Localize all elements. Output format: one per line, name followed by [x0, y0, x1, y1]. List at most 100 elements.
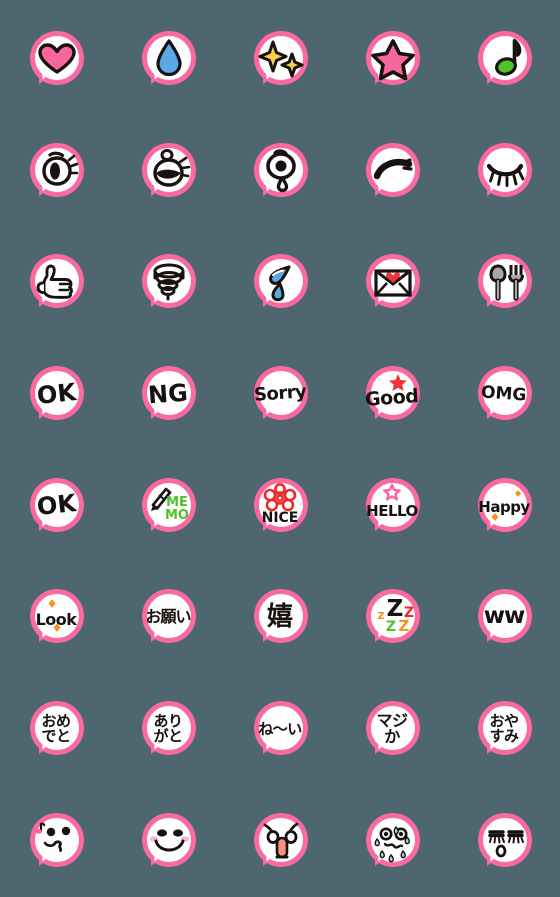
- emoji-cell[interactable]: あり がと: [112, 673, 224, 785]
- emoji-cell[interactable]: Happy: [448, 450, 560, 562]
- emoji-cell[interactable]: [448, 3, 560, 115]
- emoji-cell[interactable]: [448, 785, 560, 897]
- emoji-cell[interactable]: ZZzZZ: [336, 561, 448, 673]
- emoji-cell[interactable]: 嬉: [224, 561, 336, 673]
- sparkles-emoji[interactable]: [249, 28, 311, 90]
- emoji-cell[interactable]: OMG: [448, 338, 560, 450]
- speech-bubble-shape: [30, 254, 84, 309]
- sorry-text-emoji[interactable]: Sorry: [249, 363, 311, 425]
- speech-bubble-shape: [30, 700, 84, 755]
- nei-text-emoji[interactable]: ね〜い: [249, 698, 311, 760]
- emoji-cell[interactable]: [0, 785, 112, 897]
- speech-bubble-shape: [254, 142, 308, 197]
- speech-bubble-shape: [30, 142, 84, 197]
- spoon-fork-emoji[interactable]: [473, 251, 535, 313]
- emoji-cell[interactable]: NICE: [224, 450, 336, 562]
- emoji-cell[interactable]: [448, 226, 560, 338]
- ok-text-emoji-2[interactable]: OK: [25, 475, 87, 537]
- sleepy-face-emoji[interactable]: [473, 810, 535, 872]
- emoji-cell[interactable]: [0, 3, 112, 115]
- music-note-emoji[interactable]: [473, 28, 535, 90]
- hello-text-emoji[interactable]: HELLO: [361, 475, 423, 537]
- ok-text-emoji[interactable]: OK: [25, 363, 87, 425]
- emoji-cell[interactable]: OK: [0, 338, 112, 450]
- star-emoji[interactable]: [361, 28, 423, 90]
- look-text-emoji[interactable]: Look: [25, 586, 87, 648]
- eye-closed-emoji[interactable]: [473, 140, 535, 202]
- emoji-cell[interactable]: [224, 115, 336, 227]
- emoji-cell[interactable]: [112, 785, 224, 897]
- emoji-cell[interactable]: [112, 3, 224, 115]
- emoji-cell[interactable]: [336, 3, 448, 115]
- onegai-text-emoji[interactable]: お願い: [137, 586, 199, 648]
- speech-bubble-shape: [478, 589, 532, 644]
- emoji-cell[interactable]: HELLO: [336, 450, 448, 562]
- emoji-cell[interactable]: [336, 115, 448, 227]
- emoji-cell[interactable]: ね〜い: [224, 673, 336, 785]
- nice-text-emoji[interactable]: NICE: [249, 475, 311, 537]
- omedeto-text-emoji[interactable]: おめ でと: [25, 698, 87, 760]
- emoji-grid: OK NG Sorry Good OMG OK ME MO NICE HELLO Happy Loo…: [0, 0, 560, 894]
- ng-text-emoji[interactable]: NG: [137, 363, 199, 425]
- speech-bubble-shape: [254, 589, 308, 644]
- speech-bubble-shape: [30, 477, 84, 532]
- emoji-cell[interactable]: おめ でと: [0, 673, 112, 785]
- emoji-cell[interactable]: [448, 115, 560, 227]
- emoji-cell[interactable]: [336, 785, 448, 897]
- emoji-cell[interactable]: Look: [0, 561, 112, 673]
- nervous-sweat-face-emoji[interactable]: [361, 810, 423, 872]
- good-text-emoji[interactable]: Good: [361, 363, 423, 425]
- laugh-ww-emoji[interactable]: ww: [473, 586, 535, 648]
- memo-text-emoji[interactable]: ME MO: [137, 475, 199, 537]
- emoji-cell[interactable]: マジ か: [336, 673, 448, 785]
- emoji-cell[interactable]: ME MO: [112, 450, 224, 562]
- sleeping-zzz-emoji[interactable]: ZZzZZ: [361, 586, 423, 648]
- arigato-text-emoji[interactable]: あり がと: [137, 698, 199, 760]
- speech-bubble-shape: [142, 700, 196, 755]
- spiral-emoji[interactable]: [137, 251, 199, 313]
- eye-teardrop-emoji[interactable]: [249, 140, 311, 202]
- emoji-cell[interactable]: OK: [0, 450, 112, 562]
- speech-bubble-shape: [254, 365, 308, 420]
- emoji-cell[interactable]: お願い: [112, 561, 224, 673]
- emoji-cell[interactable]: Good: [336, 338, 448, 450]
- emoji-cell[interactable]: [336, 226, 448, 338]
- speech-bubble-shape: [142, 365, 196, 420]
- emoji-cell[interactable]: [0, 226, 112, 338]
- thumbs-up-emoji[interactable]: [25, 251, 87, 313]
- emoji-cell[interactable]: [112, 226, 224, 338]
- speech-bubble-shape: [478, 365, 532, 420]
- speech-bubble-shape: [254, 477, 308, 532]
- speech-bubble-shape: [142, 142, 196, 197]
- oyasumi-text-emoji[interactable]: おや すみ: [473, 698, 535, 760]
- speech-bubble-shape: [142, 812, 196, 867]
- speech-bubble-shape: [142, 30, 196, 85]
- smiling-face-emoji[interactable]: [137, 810, 199, 872]
- ureshii-text-emoji[interactable]: 嬉: [249, 586, 311, 648]
- emoji-cell[interactable]: ww: [448, 561, 560, 673]
- emoji-cell[interactable]: [224, 226, 336, 338]
- heart-emoji[interactable]: [25, 28, 87, 90]
- emoji-cell[interactable]: [0, 115, 112, 227]
- love-letter-emoji[interactable]: [361, 251, 423, 313]
- speech-bubble-shape: [30, 812, 84, 867]
- water-drop-emoji[interactable]: [137, 28, 199, 90]
- eye-wink-emoji[interactable]: [137, 140, 199, 202]
- speech-bubble-shape: [30, 30, 84, 85]
- emoji-cell[interactable]: [224, 785, 336, 897]
- emoji-cell[interactable]: [224, 3, 336, 115]
- emoji-cell[interactable]: NG: [112, 338, 224, 450]
- kissing-face-emoji[interactable]: [25, 810, 87, 872]
- emoji-cell[interactable]: Sorry: [224, 338, 336, 450]
- emoji-cell[interactable]: おや すみ: [448, 673, 560, 785]
- eyebrow-emoji[interactable]: [361, 140, 423, 202]
- emoji-cell[interactable]: [112, 115, 224, 227]
- eye-open-emoji[interactable]: [25, 140, 87, 202]
- sweat-drops-emoji[interactable]: [249, 251, 311, 313]
- majika-text-emoji[interactable]: マジ か: [361, 698, 423, 760]
- happy-text-emoji[interactable]: Happy: [473, 475, 535, 537]
- angry-shout-face-emoji[interactable]: [249, 810, 311, 872]
- omg-text-emoji[interactable]: OMG: [473, 363, 535, 425]
- speech-bubble-shape: [478, 254, 532, 309]
- speech-bubble-shape: [366, 30, 420, 85]
